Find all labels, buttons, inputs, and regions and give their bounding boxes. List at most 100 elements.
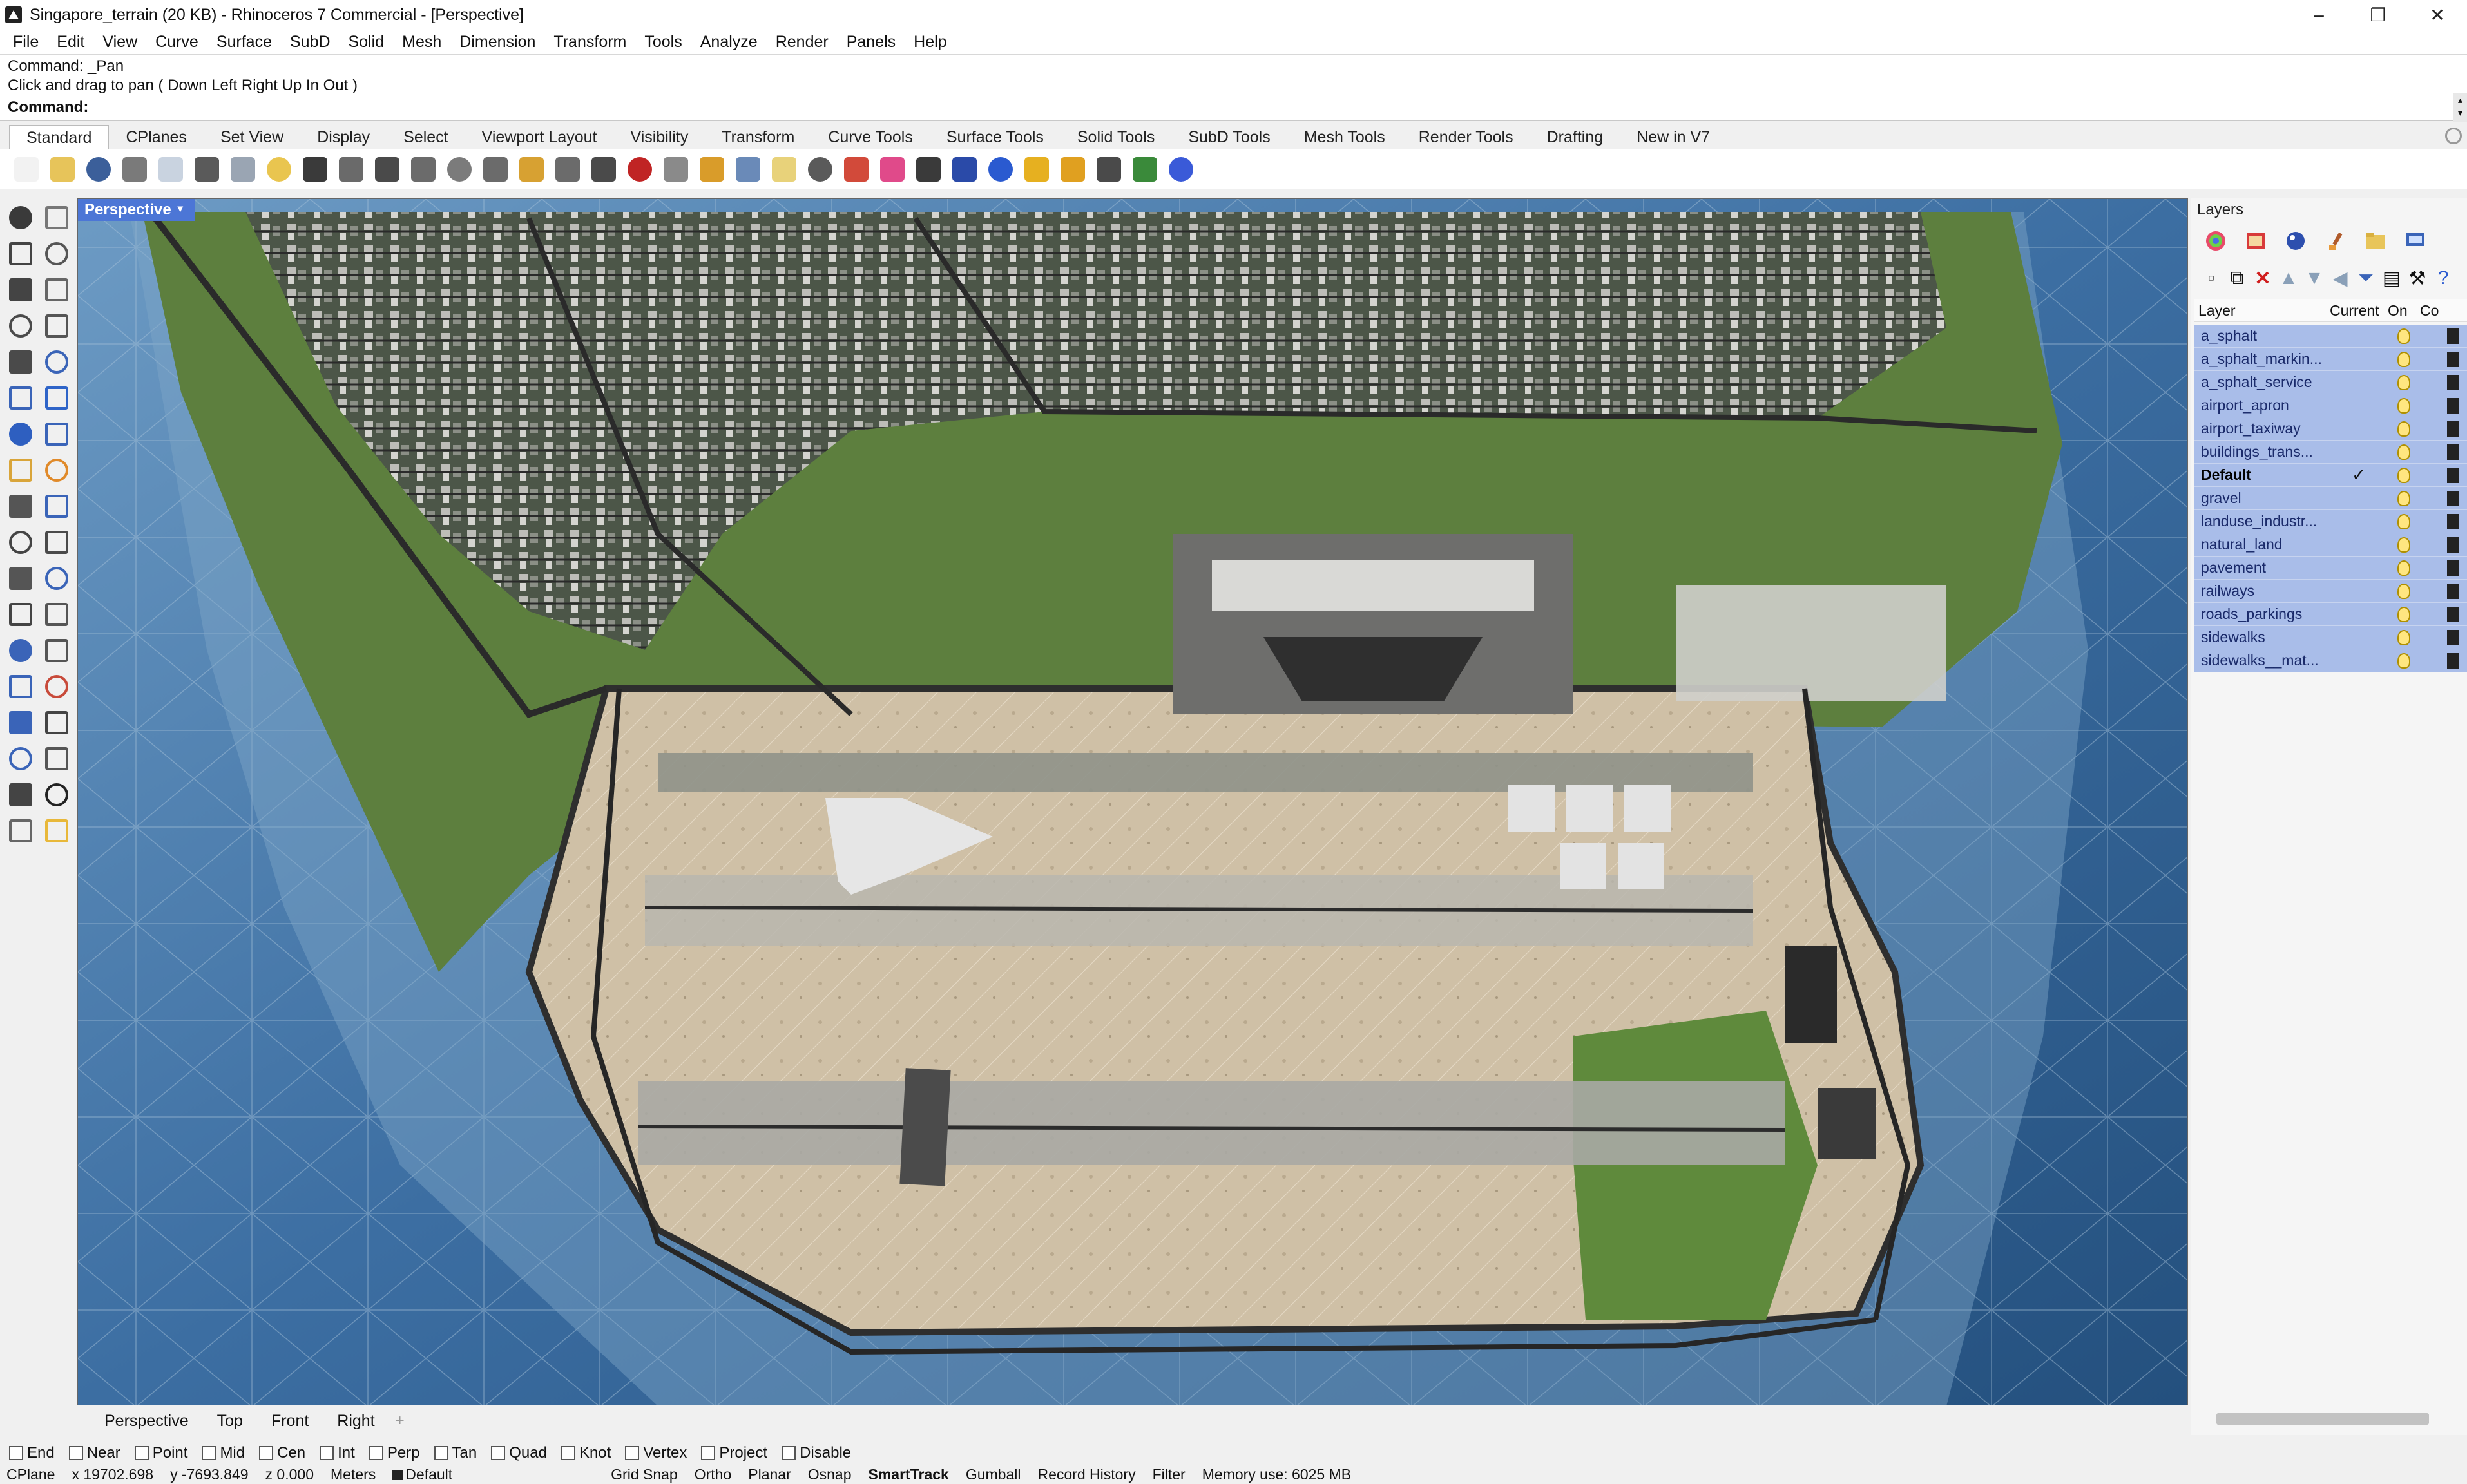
save-button[interactable] (82, 153, 115, 186)
layer-color-cell[interactable] (2420, 652, 2459, 669)
menu-analyze[interactable]: Analyze (691, 30, 767, 54)
minimize-button[interactable]: – (2289, 0, 2348, 30)
units-label[interactable]: Meters (331, 1466, 376, 1483)
layer-color-cell[interactable] (2420, 351, 2459, 367)
boolean-union-tool-button[interactable] (3, 560, 39, 596)
layer-color-cell[interactable] (2420, 606, 2459, 622)
layer-row[interactable]: a_sphalt_service (2194, 371, 2467, 394)
check-tool-button[interactable] (39, 777, 75, 813)
osnap-disable[interactable]: Disable (782, 1444, 851, 1462)
layer-color-cell[interactable] (2420, 560, 2459, 576)
print-button[interactable] (119, 153, 151, 186)
cplane-label[interactable]: CPlane (6, 1466, 55, 1483)
column-header-layer[interactable]: Layer (2194, 299, 2330, 321)
extrude-tool-button[interactable] (39, 452, 75, 488)
chevron-down-icon[interactable]: ▾ (178, 203, 191, 216)
array-tool-button[interactable] (3, 669, 39, 705)
new-layer-icon[interactable]: ▫ (2198, 265, 2224, 291)
layer-visibility-toggle[interactable] (2388, 328, 2420, 344)
cplane-button[interactable] (732, 153, 764, 186)
zoom-extents-button[interactable] (479, 153, 512, 186)
smarttrack-toggle[interactable]: SmartTrack (869, 1466, 949, 1483)
delete-layer-icon[interactable]: ✕ (2250, 265, 2276, 291)
layer-color-cell[interactable] (2420, 629, 2459, 645)
layer-color-cell[interactable] (2420, 421, 2459, 437)
layer-visibility-toggle[interactable] (2388, 490, 2420, 506)
osnap-tan[interactable]: Tan (434, 1444, 477, 1462)
box-tool-button[interactable] (3, 416, 39, 452)
lock-button[interactable] (804, 153, 836, 186)
menu-mesh[interactable]: Mesh (393, 30, 450, 54)
tab-set-view[interactable]: Set View (204, 125, 300, 149)
dimension-tool-button[interactable] (39, 633, 75, 669)
layer-color-cell[interactable] (2420, 490, 2459, 506)
surface-tool-button[interactable] (3, 380, 39, 416)
properties-tab[interactable] (2236, 225, 2276, 256)
new-sublayer-icon[interactable]: ⧉ (2224, 265, 2250, 291)
car-button[interactable] (624, 153, 656, 186)
menu-subd[interactable]: SubD (281, 30, 340, 54)
osnap-knot[interactable]: Knot (561, 1444, 611, 1462)
current-layer[interactable]: Default (392, 1466, 452, 1483)
layer-color-cell[interactable] (2420, 397, 2459, 414)
menu-render[interactable]: Render (767, 30, 838, 54)
display-tab[interactable] (2316, 225, 2356, 256)
osnap-near[interactable]: Near (68, 1444, 120, 1462)
tab-solid-tools[interactable]: Solid Tools (1061, 125, 1171, 149)
scale-tool-button[interactable] (39, 524, 75, 560)
osnap-checkbox[interactable] (782, 1446, 796, 1460)
tab-render-tools[interactable]: Render Tools (1402, 125, 1530, 149)
layer-color-cell[interactable] (2420, 467, 2459, 483)
offset-tool-button[interactable] (39, 560, 75, 596)
layer-visibility-toggle[interactable] (2388, 397, 2420, 414)
menu-solid[interactable]: Solid (340, 30, 394, 54)
layer-visibility-toggle[interactable] (2388, 421, 2420, 437)
tab-visibility[interactable]: Visibility (613, 125, 705, 149)
osnap-checkbox[interactable] (259, 1446, 274, 1460)
cylinder-tool-button[interactable] (3, 452, 39, 488)
move-down-icon[interactable]: ▼ (2301, 265, 2327, 291)
loft-tool-button[interactable] (39, 380, 75, 416)
menu-edit[interactable]: Edit (48, 30, 93, 54)
layer-visibility-toggle[interactable] (2388, 374, 2420, 390)
osnap-checkbox[interactable] (434, 1446, 448, 1460)
add-viewport-tab-button[interactable]: + (396, 1412, 405, 1430)
grid-button[interactable] (1093, 153, 1125, 186)
tab-transform[interactable]: Transform (705, 125, 811, 149)
osnap-end[interactable]: End (9, 1444, 55, 1462)
layer-row[interactable]: buildings_trans... (2194, 441, 2467, 464)
menu-file[interactable]: File (4, 30, 48, 54)
layer-visibility-toggle[interactable] (2388, 444, 2420, 460)
layer-color-cell[interactable] (2420, 513, 2459, 529)
light-button[interactable] (768, 153, 800, 186)
layer-visibility-toggle[interactable] (2388, 583, 2420, 599)
layer-row[interactable]: railways (2194, 580, 2467, 603)
osnap-checkbox[interactable] (701, 1446, 716, 1460)
curve-tool-button[interactable] (39, 236, 75, 272)
zoom-window-button[interactable] (443, 153, 475, 186)
layer-row[interactable]: pavement (2194, 556, 2467, 580)
osnap-checkbox[interactable] (320, 1446, 334, 1460)
menu-tools[interactable]: Tools (635, 30, 691, 54)
block-button[interactable] (660, 153, 692, 186)
layer-row[interactable]: airport_taxiway (2194, 417, 2467, 441)
document-icon[interactable]: ▤ (2379, 265, 2405, 291)
tab-curve-tools[interactable]: Curve Tools (811, 125, 930, 149)
layer-button[interactable] (840, 153, 872, 186)
sphere-button[interactable] (912, 153, 945, 186)
osnap-checkbox[interactable] (9, 1446, 23, 1460)
layer-visibility-toggle[interactable] (2388, 629, 2420, 645)
osnap-cen[interactable]: Cen (259, 1444, 305, 1462)
osnap-checkbox[interactable] (491, 1446, 506, 1460)
horizontal-scrollbar[interactable] (2216, 1413, 2429, 1425)
layer-visibility-toggle[interactable] (2388, 652, 2420, 669)
ellipse-tool-button[interactable] (39, 272, 75, 308)
menu-surface[interactable]: Surface (207, 30, 281, 54)
named-views-tab[interactable] (2395, 225, 2435, 256)
circle-tool-button[interactable] (3, 272, 39, 308)
tab-surface-tools[interactable]: Surface Tools (930, 125, 1061, 149)
tab-mesh-tools[interactable]: Mesh Tools (1287, 125, 1402, 149)
help-icon[interactable]: ? (2430, 265, 2456, 291)
layer-row[interactable]: natural_land (2194, 533, 2467, 556)
osnap-checkbox[interactable] (369, 1446, 383, 1460)
